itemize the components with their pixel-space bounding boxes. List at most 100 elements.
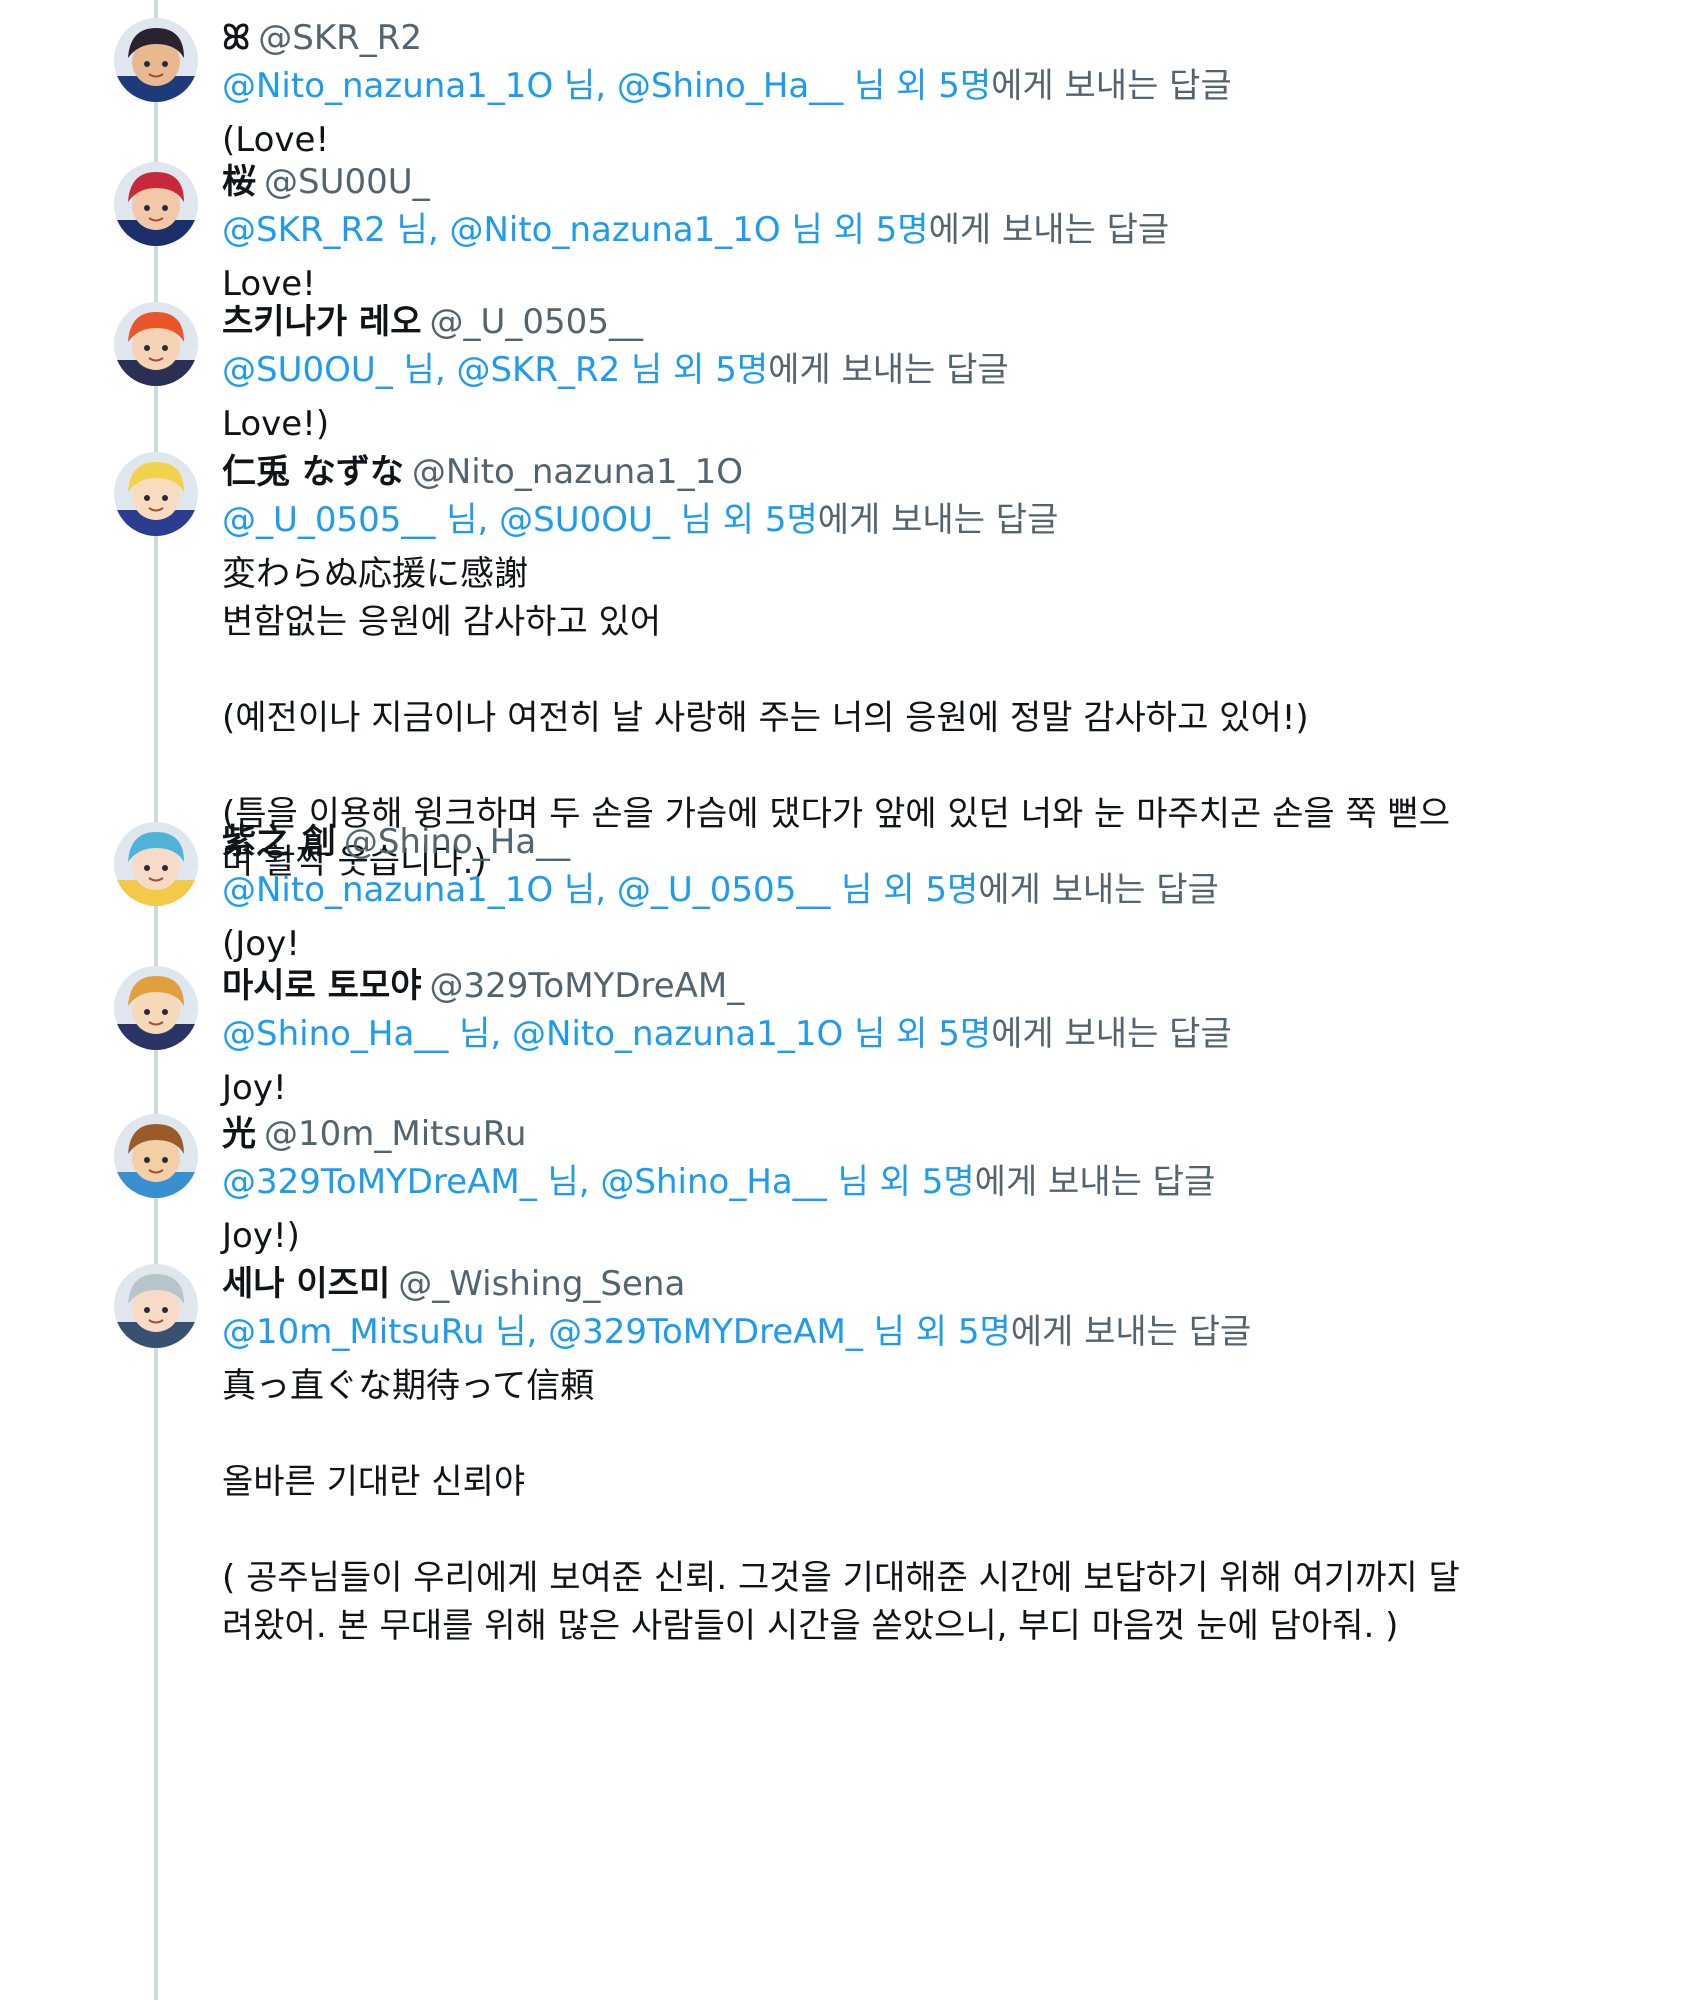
- user-handle[interactable]: @329ToMYDreAM_: [430, 966, 745, 1006]
- tweet-text: (Joy!: [222, 924, 300, 964]
- replying-to-line: @_U_0505__ 님, @SU0OU_ 님 외 5명에게 보내는 답글: [222, 496, 1580, 544]
- tweet-header: 紫之 創 @Shino_Ha__: [222, 818, 1580, 866]
- others-count-label: 님 외 5명: [680, 500, 818, 540]
- tweet-header: 光 @10m_MitsuRu: [222, 1110, 1580, 1158]
- others-count-label: 님 외 5명: [873, 1312, 1011, 1352]
- replying-to-line: @SU0OU_ 님, @SKR_R2 님 외 5명에게 보내는 답글: [222, 346, 1580, 394]
- mention-link[interactable]: @10m_MitsuRu: [222, 1312, 484, 1352]
- tweet-header: 세나 이즈미 @_Wishing_Sena: [222, 1260, 1580, 1308]
- mention-link[interactable]: @Nito_nazuna1_1O: [449, 210, 780, 250]
- replying-to-line: @Shino_Ha__ 님, @Nito_nazuna1_1O 님 외 5명에게…: [222, 1010, 1580, 1058]
- mention-separator: 님,: [553, 66, 617, 106]
- display-name[interactable]: ꕤ: [222, 18, 250, 58]
- mention-link[interactable]: @_U_0505__: [222, 500, 435, 540]
- display-name[interactable]: 紫之 創: [222, 822, 336, 862]
- others-count-label: 님 외 5명: [841, 870, 979, 910]
- reply-label: 에게 보내는 답글: [928, 210, 1170, 250]
- mention-link[interactable]: @SKR_R2: [222, 210, 386, 250]
- mention-link[interactable]: @SU0OU_: [222, 350, 393, 390]
- mention-link[interactable]: @SU0OU_: [499, 500, 670, 540]
- user-handle[interactable]: @_Wishing_Sena: [398, 1264, 685, 1304]
- tweet-text: Love!): [222, 404, 330, 444]
- tweet-text: (Love!: [222, 120, 330, 160]
- reply-label: 에게 보내는 답글: [991, 1014, 1232, 1054]
- avatar-ginger-hair-boy[interactable]: [114, 966, 198, 1050]
- display-name[interactable]: 츠키나가 레오: [222, 302, 422, 342]
- avatar-orange-hair-boy[interactable]: [114, 302, 198, 386]
- tweet-text: Joy!): [222, 1216, 300, 1256]
- tweet-content: 桜 @SU00U_ @SKR_R2 님, @Nito_nazuna1_1O 님 외 …: [222, 158, 1580, 308]
- reply-label: 에게 보내는 답글: [768, 350, 1009, 390]
- tweet-content: 紫之 創 @Shino_Ha__ @Nito_nazuna1_1O 님, @_U_0…: [222, 818, 1580, 968]
- display-name[interactable]: 마시로 토모야: [222, 966, 422, 1006]
- mention-separator: 님,: [448, 1014, 513, 1054]
- replying-to-line: @SKR_R2 님, @Nito_nazuna1_1O 님 외 5명에게 보내는…: [222, 206, 1580, 254]
- user-handle[interactable]: @Shino_Ha__: [344, 822, 570, 862]
- avatar-dark-hair-boy[interactable]: [114, 18, 198, 102]
- mention-link[interactable]: @Shino_Ha__: [600, 1162, 826, 1202]
- tweet-content: ꕤ @SKR_R2 @Nito_nazuna1_1O 님, @Shino_Ha__ …: [222, 14, 1580, 164]
- tweet-content: 츠키나가 레오 @_U_0505__ @SU0OU_ 님, @SKR_R2 님 외 …: [222, 298, 1580, 448]
- others-count-link[interactable]: 님 외 5명: [843, 66, 991, 106]
- mention-link[interactable]: @SKR_R2: [456, 350, 620, 390]
- user-handle[interactable]: @SKR_R2: [258, 18, 422, 58]
- replying-to-line: @Nito_nazuna1_1O 님, @Shino_Ha__ 님 외 5명에게…: [222, 62, 1580, 110]
- mention-separator: 님,: [435, 500, 500, 540]
- mention-link[interactable]: @329ToMYDreAM_: [548, 1312, 863, 1352]
- display-name[interactable]: 仁兎 なずな: [222, 452, 404, 492]
- others-count-link[interactable]: 님 외 5명: [781, 210, 929, 250]
- tweet-text: Joy!: [222, 1068, 287, 1108]
- user-handle[interactable]: @_U_0505__: [430, 302, 643, 342]
- replying-to-line: @329ToMYDreAM_ 님, @Shino_Ha__ 님 외 5명에게 보…: [222, 1158, 1580, 1206]
- mention-link[interactable]: @_U_0505__: [617, 870, 830, 910]
- others-count-link[interactable]: 님 외 5명: [830, 870, 978, 910]
- others-count-label: 님 외 5명: [791, 210, 929, 250]
- others-count-link[interactable]: 님 외 5명: [670, 500, 818, 540]
- others-count-label: 님 외 5명: [854, 66, 992, 106]
- avatar-red-hair-boy[interactable]: [114, 162, 198, 246]
- mention-link[interactable]: @Nito_nazuna1_1O: [512, 1014, 843, 1054]
- user-handle[interactable]: @SU00U_: [264, 162, 430, 202]
- others-count-link[interactable]: 님 외 5명: [827, 1162, 975, 1202]
- reply-label: 에게 보내는 답글: [974, 1162, 1216, 1202]
- display-name[interactable]: 세나 이즈미: [222, 1264, 390, 1304]
- tweet-header: 츠키나가 레오 @_U_0505__: [222, 298, 1580, 346]
- mention-separator: 님,: [553, 870, 617, 910]
- others-count-label: 님 외 5명: [854, 1014, 992, 1054]
- mention-separator: 님,: [484, 1312, 549, 1352]
- others-count-link[interactable]: 님 외 5명: [620, 350, 768, 390]
- mention-link[interactable]: @329ToMYDreAM_: [222, 1162, 537, 1202]
- tweet-header: 桜 @SU00U_: [222, 158, 1580, 206]
- tweet-content: 光 @10m_MitsuRu @329ToMYDreAM_ 님, @Shino_Ha…: [222, 1110, 1580, 1260]
- replying-to-line: @Nito_nazuna1_1O 님, @_U_0505__ 님 외 5명에게 …: [222, 866, 1580, 914]
- tweet-header: ꕤ @SKR_R2: [222, 14, 1580, 62]
- tweet-content: 마시로 토모야 @329ToMYDreAM_ @Shino_Ha__ 님, @Nit…: [222, 962, 1580, 1112]
- reply-label: 에게 보내는 답글: [817, 500, 1059, 540]
- reply-label: 에게 보내는 답글: [978, 870, 1219, 910]
- user-handle[interactable]: @Nito_nazuna1_1O: [412, 452, 743, 492]
- replying-to-line: @10m_MitsuRu 님, @329ToMYDreAM_ 님 외 5명에게 …: [222, 1308, 1580, 1356]
- mention-separator: 님,: [385, 210, 450, 250]
- tweet-header: 마시로 토모야 @329ToMYDreAM_: [222, 962, 1580, 1010]
- avatar-brown-hair-boy[interactable]: [114, 1114, 198, 1198]
- tweet-content: 세나 이즈미 @_Wishing_Sena @10m_MitsuRu 님, @329…: [222, 1260, 1580, 1650]
- others-count-label: 님 외 5명: [631, 350, 769, 390]
- display-name[interactable]: 光: [222, 1114, 256, 1154]
- mention-separator: 님,: [536, 1162, 601, 1202]
- others-count-link[interactable]: 님 외 5명: [863, 1312, 1011, 1352]
- mention-separator: 님,: [392, 350, 457, 390]
- avatar-teal-hair-boy[interactable]: [114, 822, 198, 906]
- reply-label: 에게 보내는 답글: [1010, 1312, 1252, 1352]
- tweet-header: 仁兎 なずな @Nito_nazuna1_1O: [222, 448, 1580, 496]
- mention-link[interactable]: @Shino_Ha__: [222, 1014, 448, 1054]
- others-count-link[interactable]: 님 외 5명: [843, 1014, 991, 1054]
- mention-link[interactable]: @Shino_Ha__: [617, 66, 843, 106]
- user-handle[interactable]: @10m_MitsuRu: [264, 1114, 526, 1154]
- tweet-text: 真っ直ぐな期待って信頼 올바른 기대란 신뢰야 ( 공주님들이 우리에게 보여준…: [222, 1366, 1460, 1646]
- avatar-silver-hair-boy[interactable]: [114, 1264, 198, 1348]
- avatar-blond-hair-boy[interactable]: [114, 452, 198, 536]
- display-name[interactable]: 桜: [222, 162, 256, 202]
- mention-link[interactable]: @Nito_nazuna1_1O: [222, 66, 553, 106]
- others-count-label: 님 외 5명: [837, 1162, 975, 1202]
- mention-link[interactable]: @Nito_nazuna1_1O: [222, 870, 553, 910]
